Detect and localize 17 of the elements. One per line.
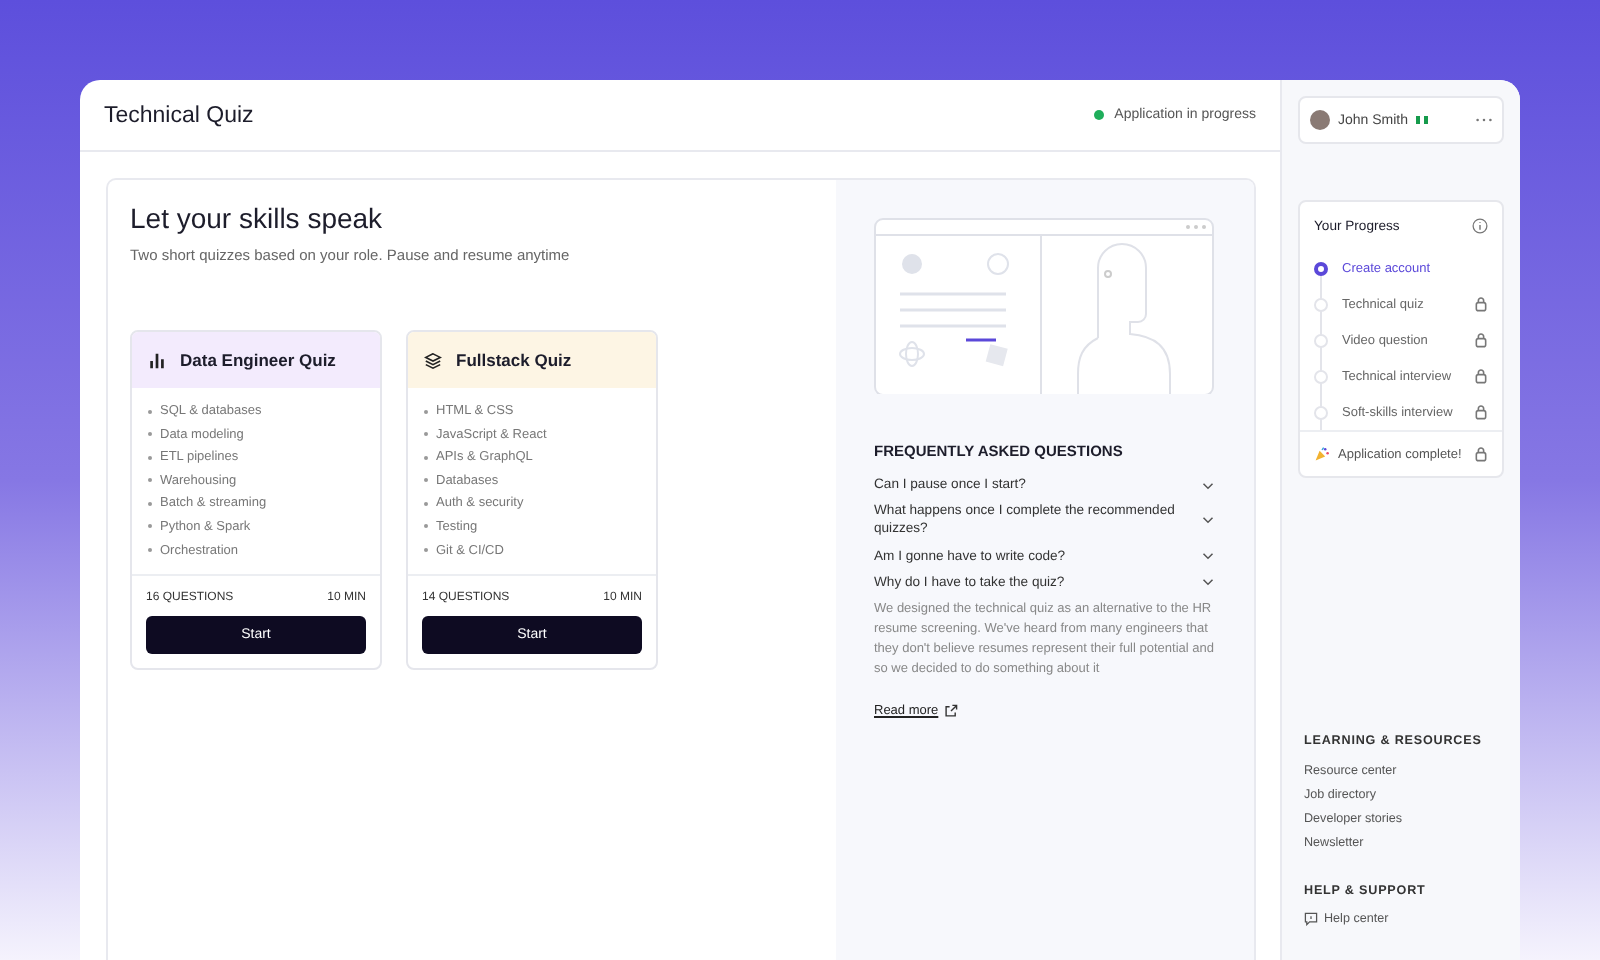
intro-heading: Let your skills speak (130, 202, 385, 234)
status-dot (1094, 110, 1105, 120)
info-icon[interactable] (1472, 218, 1488, 234)
quiz-title: Fullstack Quiz (456, 350, 572, 370)
party-popper-icon (1314, 446, 1330, 462)
page-title: Technical Quiz (104, 103, 254, 127)
bar-chart-icon (148, 351, 166, 369)
flag-icon (1416, 116, 1429, 124)
chevron-icon (1202, 516, 1214, 525)
avatar-icon (1310, 110, 1330, 130)
chevron-icon (1202, 481, 1214, 490)
layers-icon (424, 351, 442, 369)
chevron-icon (1202, 578, 1214, 587)
quiz-title: Data Engineer Quiz (180, 350, 336, 370)
external-link-icon (944, 704, 959, 719)
chevron-icon (1202, 552, 1214, 561)
help-icon (1304, 912, 1318, 927)
